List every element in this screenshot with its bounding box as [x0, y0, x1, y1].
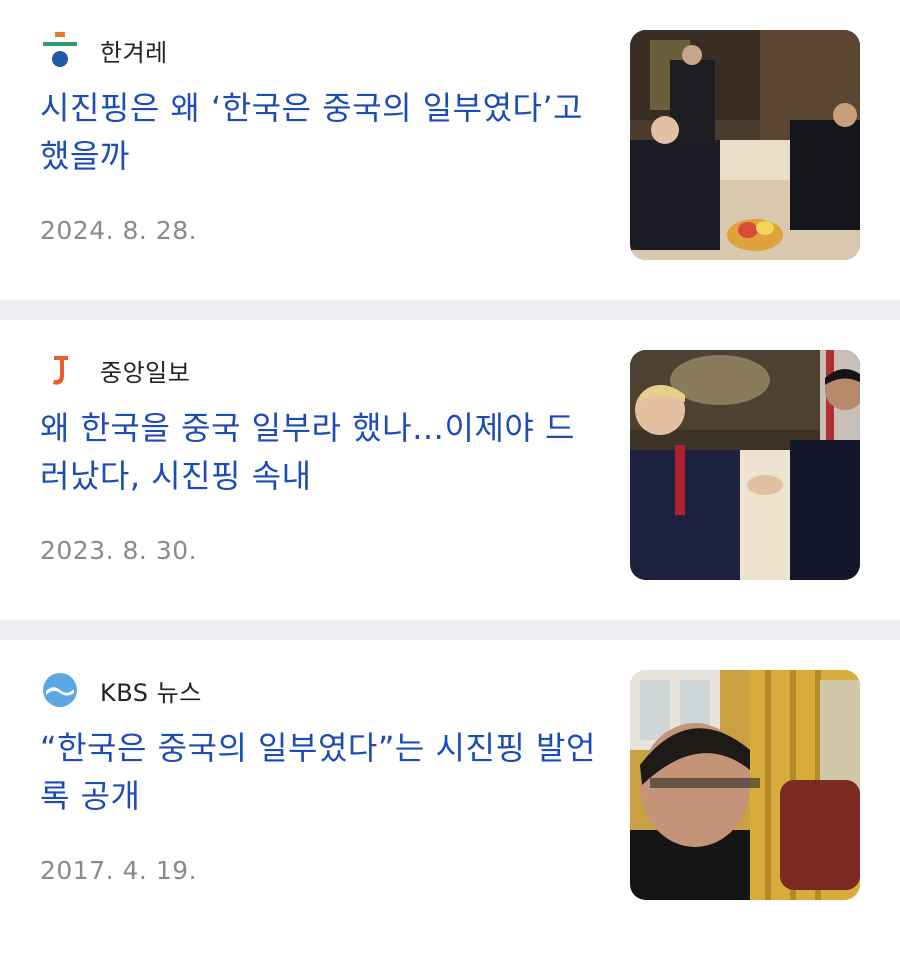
- article-headline[interactable]: “한국은 중국의 일부였다”는 시진핑 발언록 공개: [40, 724, 600, 820]
- news-card[interactable]: 한겨레 시진핑은 왜 ‘한국은 중국의 일부였다’고 했을까 2024. 8. …: [0, 0, 900, 300]
- joongang-j-logo-icon: [40, 350, 80, 390]
- source-name: KBS 뉴스: [100, 678, 202, 707]
- article-date: 2024. 8. 28.: [40, 216, 198, 245]
- news-card[interactable]: 중앙일보 왜 한국을 중국 일부라 했나…이제야 드러났다, 시진핑 속내 20…: [0, 320, 900, 620]
- source-row: KBS 뉴스: [40, 670, 202, 710]
- kbs-logo-icon: [40, 670, 80, 710]
- news-card[interactable]: KBS 뉴스 “한국은 중국의 일부였다”는 시진핑 발언록 공개 2017. …: [0, 640, 900, 940]
- article-headline[interactable]: 시진핑은 왜 ‘한국은 중국의 일부였다’고 했을까: [40, 84, 600, 180]
- article-headline[interactable]: 왜 한국을 중국 일부라 했나…이제야 드러났다, 시진핑 속내: [40, 404, 600, 500]
- card-divider: [0, 620, 900, 640]
- article-date: 2023. 8. 30.: [40, 536, 198, 565]
- source-row: 한겨레: [40, 30, 168, 70]
- hankyoreh-logo-icon: [40, 30, 80, 70]
- card-divider: [0, 300, 900, 320]
- source-name: 한겨레: [100, 38, 168, 67]
- article-thumbnail[interactable]: [630, 350, 860, 580]
- source-row: 중앙일보: [40, 350, 190, 390]
- news-feed: 한겨레 시진핑은 왜 ‘한국은 중국의 일부였다’고 했을까 2024. 8. …: [0, 0, 900, 940]
- article-date: 2017. 4. 19.: [40, 856, 198, 885]
- article-thumbnail[interactable]: [630, 670, 860, 900]
- article-thumbnail[interactable]: [630, 30, 860, 260]
- source-name: 중앙일보: [100, 358, 191, 387]
